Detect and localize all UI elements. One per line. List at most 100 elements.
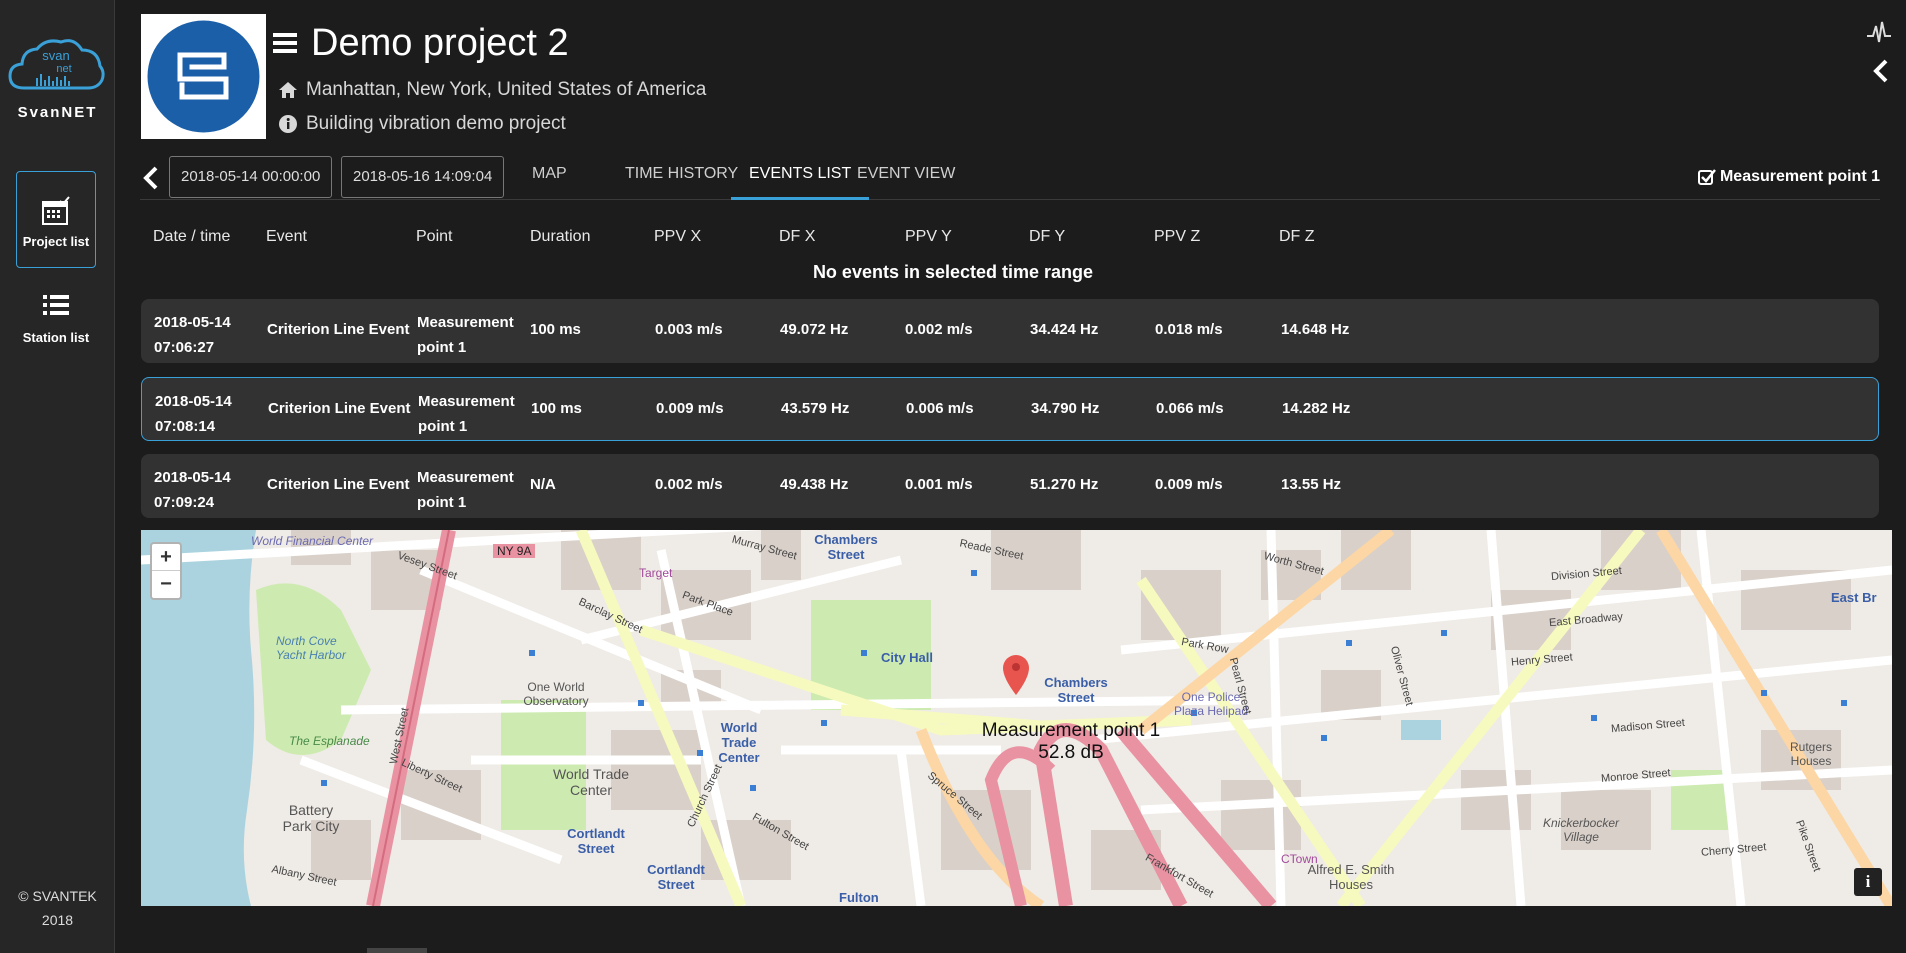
sidebar: svan net SvanNET Project list Station li… (0, 0, 115, 953)
row-df-z: 13.55 Hz (1281, 476, 1342, 493)
col-df-z[interactable]: DF Z (1279, 228, 1315, 246)
table-row[interactable]: 2018-05-14 07:06:27 Criterion Line Event … (141, 299, 1879, 363)
col-df-x[interactable]: DF X (779, 228, 815, 246)
row-time: 07:06:27 (154, 339, 215, 356)
toolbar: 2018-05-14 00:00:00 2018-05-16 14:09:04 … (140, 154, 1880, 200)
row-ppv-z: 0.066 m/s (1156, 400, 1224, 417)
row-df-z: 14.648 Hz (1281, 321, 1350, 338)
row-ppv-y: 0.006 m/s (906, 400, 974, 417)
row-df-y: 34.790 Hz (1031, 400, 1100, 417)
map-label-rutgers: Rutgers Houses (1789, 740, 1833, 768)
previous-range-chevron-icon[interactable] (140, 164, 162, 192)
map-label-target: Target (639, 566, 673, 580)
map-label-one-world: One World Observatory (523, 680, 589, 708)
map-label-knickerbocker: Knickerbocker Village (1542, 816, 1620, 844)
calendar-check-icon (42, 196, 70, 225)
row-point-2: point 1 (417, 494, 467, 511)
measurement-point-selector[interactable]: Measurement point 1 (1697, 154, 1880, 200)
project-location: Manhattan, New York, United States of Am… (306, 79, 707, 100)
row-df-x: 43.579 Hz (781, 400, 850, 417)
map-label-city-hall: City Hall (881, 650, 934, 665)
map-label-chambers-1: Chambers Street (814, 532, 878, 562)
description-row: Building vibration demo project (278, 113, 566, 135)
list-icon (43, 295, 69, 315)
row-event: Criterion Line Event (267, 476, 410, 493)
svg-text:svan: svan (42, 48, 69, 63)
row-time: 07:08:14 (155, 418, 216, 435)
row-df-y: 51.270 Hz (1030, 476, 1099, 493)
row-ppv-z: 0.009 m/s (1155, 476, 1223, 493)
col-df-y[interactable]: DF Y (1029, 228, 1065, 246)
marker-value: 52.8 dB (1038, 742, 1104, 763)
row-ppv-y: 0.001 m/s (905, 476, 973, 493)
date-to-button[interactable]: 2018-05-16 14:09:04 (341, 156, 505, 198)
row-df-x: 49.438 Hz (780, 476, 849, 493)
empty-message: No events in selected time range (812, 262, 1094, 282)
row-date: 2018-05-14 (154, 314, 231, 331)
tab-event-view[interactable]: EVENT VIEW (839, 154, 973, 200)
row-ppv-y: 0.002 m/s (905, 321, 973, 338)
project-title: Demo project 2 (311, 21, 569, 64)
row-point-2: point 1 (417, 339, 467, 356)
row-event: Criterion Line Event (268, 400, 411, 417)
measurement-marker-label[interactable]: Measurement point 1 52.8 dB (926, 720, 1216, 764)
map-label-ctown: CTown (1281, 852, 1318, 866)
checkbox-checked-icon (1697, 169, 1716, 185)
row-df-y: 34.424 Hz (1030, 321, 1099, 338)
table-row[interactable]: 2018-05-14 07:09:24 Criterion Line Event … (141, 454, 1879, 518)
col-date-time[interactable]: Date / time (153, 228, 230, 246)
col-duration[interactable]: Duration (530, 228, 590, 246)
map-label-wtc-station: World Trade Center (718, 720, 760, 765)
tab-map[interactable]: MAP (514, 154, 585, 200)
col-point[interactable]: Point (416, 228, 452, 246)
nav-project-list[interactable]: Project list (16, 171, 96, 268)
nav-label: Project list (22, 234, 90, 249)
row-point-2: point 1 (418, 418, 468, 435)
project-description: Building vibration demo project (306, 113, 566, 134)
nav-station-list[interactable]: Station list (16, 270, 96, 367)
row-duration: 100 ms (530, 321, 581, 338)
waveform-icon[interactable] (1866, 20, 1892, 46)
brand-name: SvanNET (17, 104, 98, 121)
measurement-point-label: Measurement point 1 (1719, 168, 1880, 185)
map-label-ny9a: NY 9A (493, 544, 536, 558)
svg-text:net: net (56, 63, 71, 75)
row-duration: 100 ms (531, 400, 582, 417)
title-row: Demo project 2 (273, 20, 569, 66)
col-ppv-x[interactable]: PPV X (654, 228, 701, 246)
row-point: Measurement (418, 393, 515, 410)
svannet-cloud-logo[interactable]: svan net (6, 36, 106, 96)
marker-name: Measurement point 1 (981, 720, 1161, 741)
table-row-selected[interactable]: 2018-05-14 07:08:14 Criterion Line Event … (141, 377, 1879, 441)
hamburger-menu-icon[interactable] (273, 32, 297, 54)
map-attribution-info-button[interactable]: i (1854, 868, 1882, 896)
zoom-out-button[interactable]: − (152, 571, 180, 598)
map-label-alfred-smith: Alfred E. Smith Houses (1307, 862, 1395, 892)
map-label-esplanade: The Esplanade (289, 734, 370, 748)
col-ppv-y[interactable]: PPV Y (905, 228, 952, 246)
row-ppv-x: 0.009 m/s (656, 400, 724, 417)
map-label-cortlandt-1: Cortlandt Street (567, 826, 625, 856)
copyright-owner: © SVANTEK (18, 888, 97, 904)
col-event[interactable]: Event (266, 228, 307, 246)
location-row: Manhattan, New York, United States of Am… (278, 79, 706, 101)
date-from-button[interactable]: 2018-05-14 00:00:00 (169, 156, 333, 198)
map-label-cortlandt-2: Cortlandt Street (647, 862, 705, 892)
scroll-indicator[interactable] (367, 948, 427, 953)
row-point: Measurement (417, 469, 514, 486)
map-view[interactable]: + − Measurement point 1 52.8 dB World Fi… (141, 530, 1892, 906)
map-zoom-control[interactable]: + − (150, 542, 182, 600)
collapse-chevron-left-icon[interactable] (1870, 58, 1892, 84)
home-icon (279, 82, 297, 98)
map-label-east-br: East Br (1831, 590, 1877, 605)
row-event: Criterion Line Event (267, 321, 410, 338)
copyright: © SVANTEK 2018 (0, 884, 115, 932)
map-label-north-cove: North Cove Yacht Harbor (276, 634, 346, 662)
project-logo (141, 14, 266, 139)
map-label-chambers-2: Chambers Street (1044, 675, 1108, 705)
col-ppv-z[interactable]: PPV Z (1154, 228, 1200, 246)
zoom-in-button[interactable]: + (152, 544, 180, 571)
row-date: 2018-05-14 (154, 469, 231, 486)
row-duration: N/A (530, 476, 556, 493)
row-ppv-z: 0.018 m/s (1155, 321, 1223, 338)
